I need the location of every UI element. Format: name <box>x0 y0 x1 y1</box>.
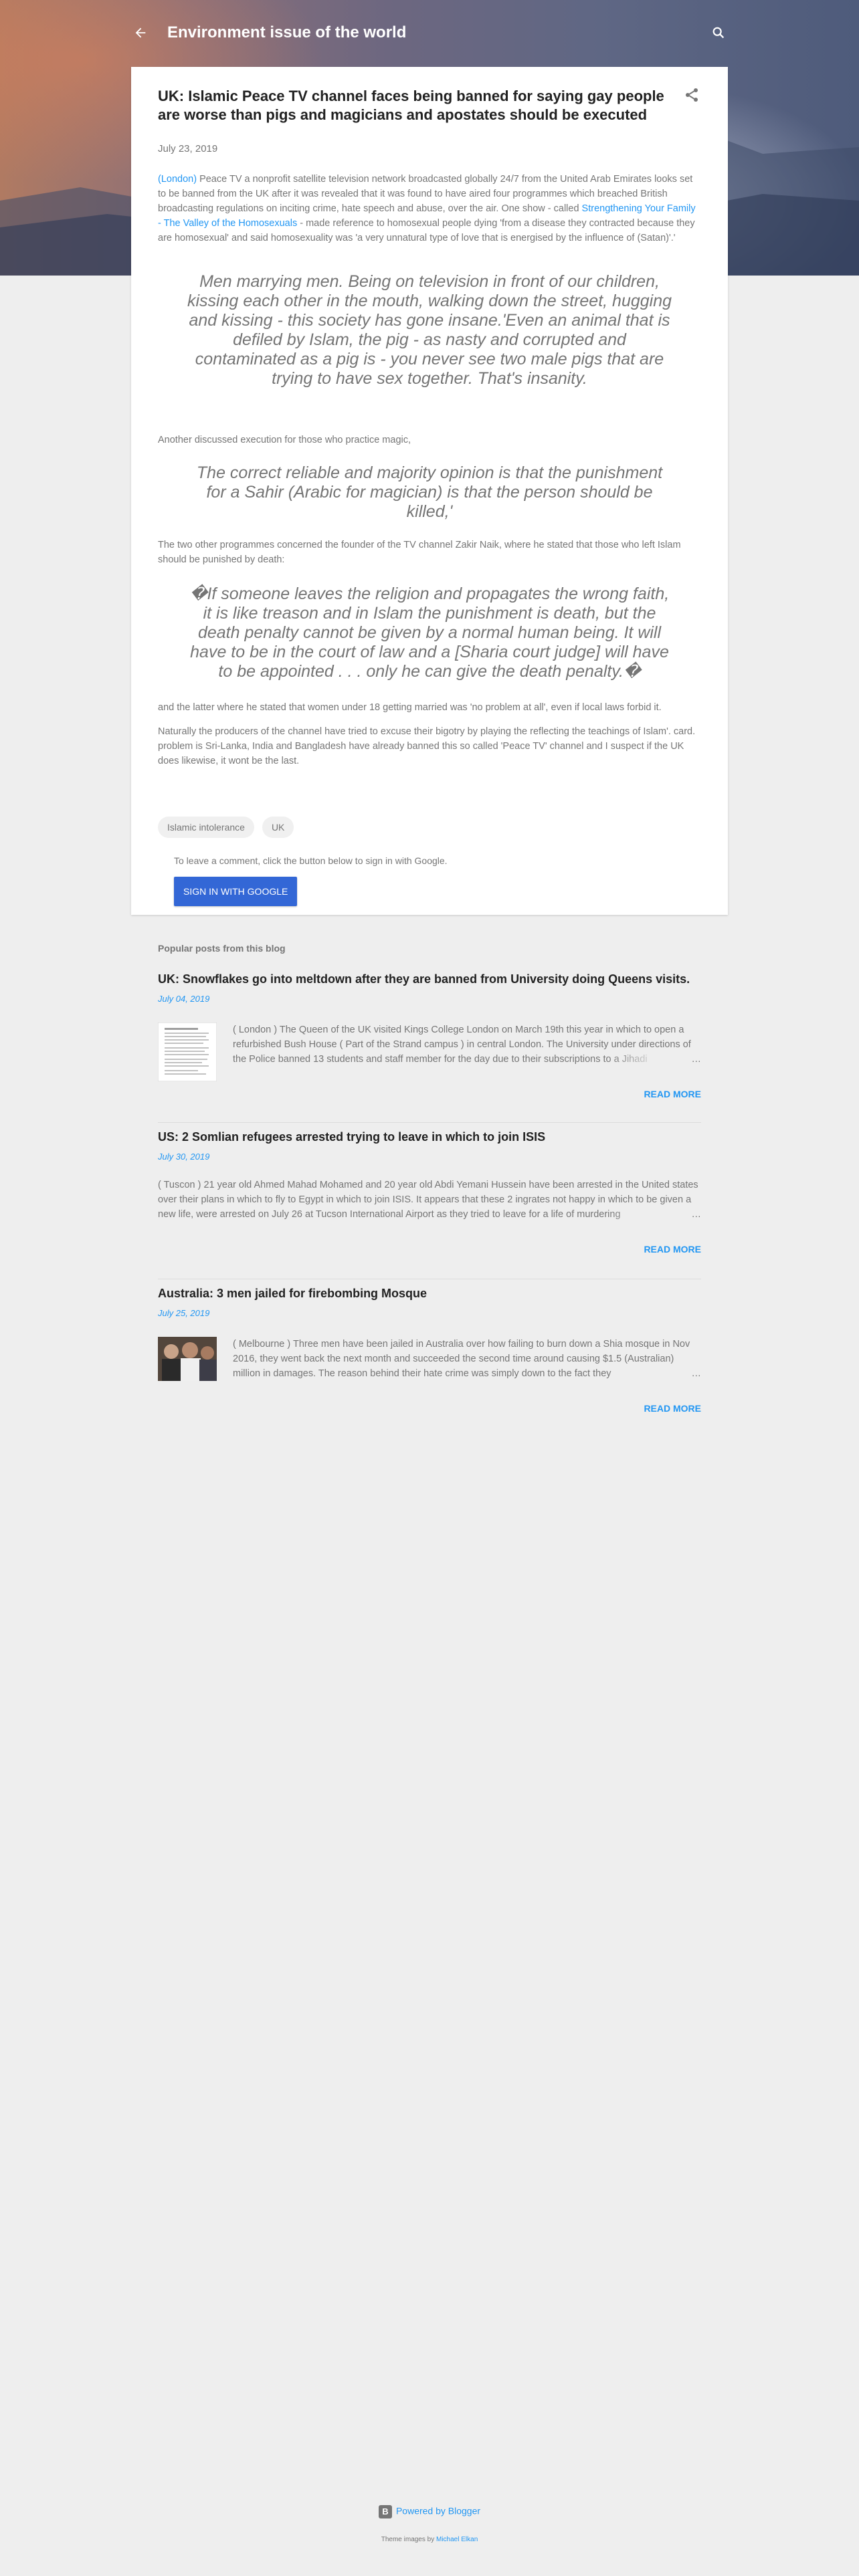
document-thumbnail[interactable] <box>158 1023 217 1081</box>
divider <box>158 1122 701 1123</box>
top-bar: Environment issue of the world <box>131 17 728 48</box>
popular-post: US: 2 Somlian refugees arrested trying t… <box>158 1129 701 1255</box>
quote-block: The correct reliable and majority opinio… <box>196 463 663 521</box>
share-icon[interactable] <box>684 87 701 104</box>
popular-post-snippet: ( Melbourne ) Three men have been jailed… <box>233 1337 701 1381</box>
popular-post-date: July 25, 2019 <box>158 1308 210 1318</box>
popular-posts-heading: Popular posts from this blog <box>158 943 286 954</box>
popular-post-title[interactable]: US: 2 Somlian refugees arrested trying t… <box>158 1129 701 1145</box>
post-paragraph: and the latter where he stated that wome… <box>158 702 662 713</box>
post-labels: Islamic intolerance UK <box>158 817 728 838</box>
popular-post-snippet: ( Tuscon ) 21 year old Ahmed Mahad Moham… <box>158 1178 701 1222</box>
read-more-link[interactable]: Read more <box>644 1244 701 1255</box>
back-arrow-icon[interactable] <box>131 23 150 42</box>
label-chip[interactable]: UK <box>262 817 294 838</box>
quote-block: Men marrying men. Being on television in… <box>187 272 672 388</box>
popular-post-date: July 30, 2019 <box>158 1152 210 1162</box>
popular-post-snippet: ( London ) The Queen of the UK visited K… <box>233 1023 701 1067</box>
comment-note: To leave a comment, click the button bel… <box>174 855 448 866</box>
search-icon[interactable] <box>709 23 728 42</box>
popular-post-date: July 04, 2019 <box>158 994 210 1004</box>
blogger-icon: B <box>378 2505 392 2518</box>
sign-in-with-google-button[interactable]: Sign in with Google <box>174 877 298 906</box>
ellipsis: … <box>607 1052 701 1067</box>
post-date: July 23, 2019 <box>158 143 218 154</box>
post-paragraph: The two other programmes concerned the f… <box>158 540 681 565</box>
ellipsis: … <box>607 1366 701 1381</box>
popular-posts-section: Popular posts from this blog UK: Snowfla… <box>158 936 701 1414</box>
photo-thumbnail[interactable] <box>158 1337 217 1381</box>
popular-post: Australia: 3 men jailed for firebombing … <box>158 1285 701 1414</box>
theme-credit: Theme images by Michael Elkan <box>0 2536 859 2543</box>
post-paragraph: Another discussed execution for those wh… <box>158 435 411 445</box>
theme-credit-link[interactable]: Michael Elkan <box>436 2536 478 2543</box>
post-title: UK: Islamic Peace TV channel faces being… <box>158 88 664 123</box>
theme-credit-text: Theme images by <box>381 2536 436 2543</box>
popular-post: UK: Snowflakes go into meltdown after th… <box>158 971 701 1099</box>
post-paragraph: Naturally the producers of the channel h… <box>158 726 696 766</box>
powered-by-text[interactable]: Powered by Blogger <box>396 2506 480 2516</box>
quote-block: �If someone leaves the religion and prop… <box>189 584 670 681</box>
ellipsis: … <box>607 1207 701 1222</box>
label-chip[interactable]: Islamic intolerance <box>158 817 254 838</box>
popular-post-title[interactable]: UK: Snowflakes go into meltdown after th… <box>158 971 701 987</box>
read-more-link[interactable]: Read more <box>644 1403 701 1414</box>
popular-post-title[interactable]: Australia: 3 men jailed for firebombing … <box>158 1285 701 1301</box>
post-intro: (London) Peace TV a nonprofit satellite … <box>158 172 698 245</box>
blog-title[interactable]: Environment issue of the world <box>167 23 406 42</box>
powered-by-blogger[interactable]: B Powered by Blogger <box>0 2505 859 2518</box>
read-more-link[interactable]: Read more <box>644 1089 701 1099</box>
location-link[interactable]: (London) <box>158 174 197 185</box>
post-card: UK: Islamic Peace TV channel faces being… <box>131 67 728 915</box>
